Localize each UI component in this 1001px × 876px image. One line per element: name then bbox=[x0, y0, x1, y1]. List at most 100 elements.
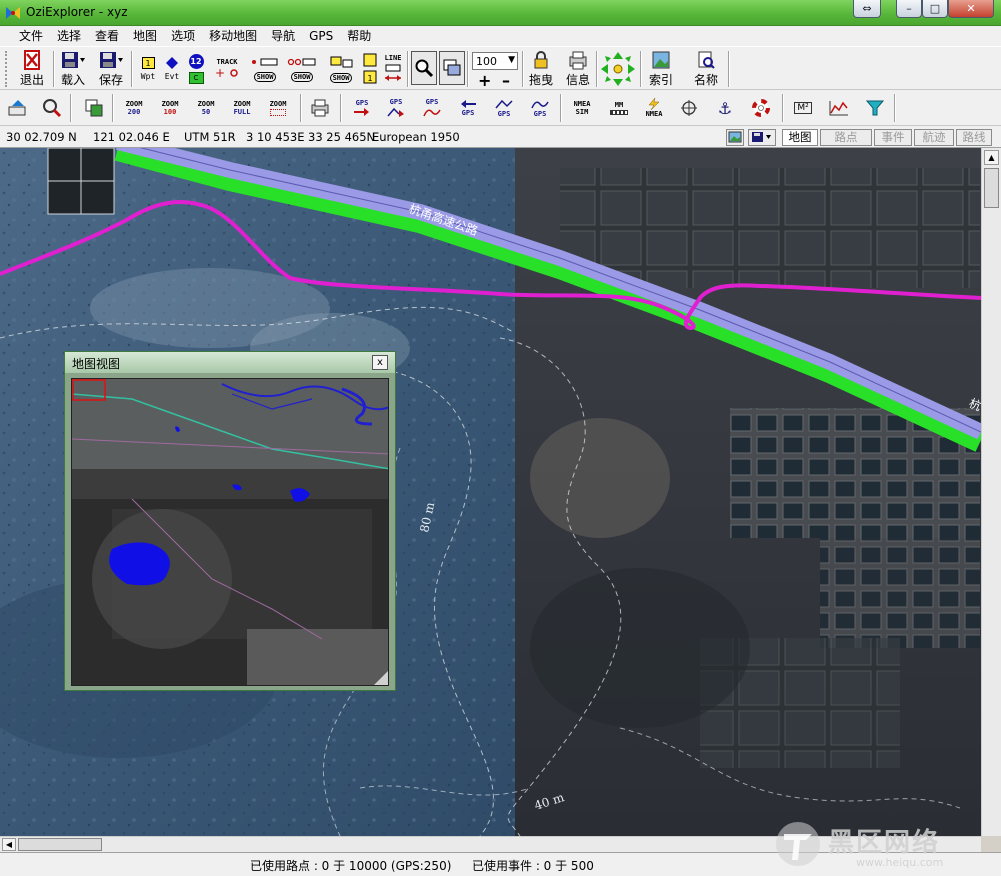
menu-file[interactable]: 文件 bbox=[12, 26, 50, 46]
gps-track-icon bbox=[423, 109, 441, 117]
oziexplorer-app-icon[interactable] bbox=[4, 4, 22, 22]
zoom-magnifier-button[interactable] bbox=[411, 51, 437, 85]
zoom-label: ZOOM bbox=[197, 100, 215, 108]
map-move-button[interactable] bbox=[6, 94, 30, 122]
menu-select[interactable]: 选择 bbox=[50, 26, 88, 46]
menu-moving-map[interactable]: 移动地图 bbox=[202, 26, 264, 46]
vertical-scroll-thumb[interactable] bbox=[984, 168, 999, 208]
line-tool[interactable]: LINE bbox=[381, 51, 405, 87]
zoom-50-button[interactable]: ZOOM 50 bbox=[190, 95, 222, 121]
route-edit-show-tool[interactable]: SHOW bbox=[324, 51, 358, 87]
line-label: LINE bbox=[384, 54, 402, 62]
title-back-button[interactable]: ⇔ bbox=[853, 0, 881, 18]
horizontal-scroll-thumb[interactable] bbox=[18, 838, 102, 851]
route-show-tool[interactable]: SHOW bbox=[285, 51, 319, 87]
gps-label: GPS bbox=[425, 98, 439, 106]
track-show-tool[interactable]: SHOW bbox=[248, 51, 282, 87]
zoom-out-button[interactable]: – bbox=[502, 71, 510, 90]
zoom-select[interactable]: 100 ▼ bbox=[472, 52, 518, 70]
tab-map[interactable]: 地图 bbox=[782, 129, 818, 146]
profile-chart-button[interactable] bbox=[826, 95, 852, 121]
menu-gps[interactable]: GPS bbox=[302, 26, 340, 46]
anchor-button[interactable]: ⚓ bbox=[712, 95, 738, 121]
zoom-in-button[interactable]: + bbox=[478, 71, 491, 90]
funnel-icon bbox=[866, 100, 884, 116]
map-window-button[interactable] bbox=[82, 94, 106, 122]
scroll-left-button[interactable]: ◀ bbox=[2, 838, 16, 851]
minimize-button[interactable]: – bbox=[896, 0, 922, 18]
print-button[interactable] bbox=[306, 94, 334, 122]
load-button[interactable]: 载入 bbox=[56, 50, 90, 88]
area-measure-button[interactable]: M² bbox=[790, 95, 816, 121]
northing-readout: 33 25 465N bbox=[308, 130, 376, 144]
mark-tool[interactable]: 1 bbox=[360, 51, 380, 87]
moving-map-bar-icon bbox=[610, 110, 628, 115]
tab-waypoints[interactable]: 路点 bbox=[820, 129, 872, 146]
zoom-box-button[interactable]: ZOOM bbox=[262, 95, 294, 121]
menu-options[interactable]: 选项 bbox=[164, 26, 202, 46]
show-label: SHOW bbox=[253, 72, 277, 82]
gps-waypoint-get-button[interactable]: GPS bbox=[348, 95, 376, 121]
toolbar-separator bbox=[894, 94, 896, 122]
heiqu-logo-icon bbox=[776, 822, 820, 866]
info-button[interactable]: 信息 bbox=[562, 50, 594, 88]
tab-tracks[interactable]: 航迹 bbox=[914, 129, 954, 146]
gps-route-get-button[interactable]: GPS bbox=[382, 95, 410, 121]
track-tool[interactable]: TRACK + bbox=[210, 51, 244, 87]
zoom-100-button[interactable]: ZOOM 100 bbox=[154, 95, 186, 121]
drag-label: 拖曳 bbox=[528, 73, 553, 87]
window-title: OziExplorer - xyz bbox=[26, 5, 128, 19]
gps-waypoint-send-button[interactable]: GPS bbox=[454, 95, 482, 121]
zoom-box-icon bbox=[270, 109, 286, 116]
overview-map[interactable] bbox=[71, 378, 389, 686]
map-tool-button[interactable] bbox=[40, 94, 64, 122]
track-add-remove-icon: + bbox=[215, 66, 238, 80]
menu-view[interactable]: 查看 bbox=[88, 26, 126, 46]
save-button[interactable]: 保存 bbox=[94, 50, 128, 88]
tab-routes[interactable]: 路线 bbox=[956, 129, 992, 146]
zoom-label: ZOOM bbox=[233, 100, 251, 108]
maximize-button[interactable]: □ bbox=[922, 0, 948, 18]
gps-route-icon bbox=[387, 107, 404, 117]
nmea-sim-button[interactable]: NMEA SIM bbox=[566, 95, 598, 121]
zoom-full-button[interactable]: ZOOM FULL bbox=[226, 95, 258, 121]
overview-map-button[interactable] bbox=[439, 51, 465, 85]
gps-track-send-icon bbox=[531, 101, 549, 109]
overview-title-bar[interactable]: 地图视图 x bbox=[65, 352, 395, 373]
zoom-value-label: FULL bbox=[233, 108, 251, 116]
map-image-button[interactable] bbox=[726, 129, 744, 146]
index-button[interactable]: 索引 bbox=[645, 50, 677, 88]
zoom-value-label: 50 bbox=[201, 108, 211, 116]
menu-help[interactable]: 帮助 bbox=[340, 26, 378, 46]
tab-events[interactable]: 事件 bbox=[874, 129, 912, 146]
overview-map-window[interactable]: 地图视图 x bbox=[64, 351, 396, 691]
position-target-button[interactable] bbox=[676, 95, 702, 121]
event-number-tool[interactable]: 12 C bbox=[186, 51, 206, 87]
overview-close-button[interactable]: x bbox=[372, 355, 388, 370]
close-button[interactable]: ✕ bbox=[948, 0, 994, 18]
drag-button[interactable]: 拖曳 bbox=[526, 50, 556, 88]
pan-arrows-button[interactable] bbox=[600, 51, 636, 87]
save-map-button[interactable] bbox=[748, 129, 776, 146]
moving-map-button[interactable]: MM bbox=[604, 95, 634, 121]
load-disk-icon bbox=[62, 52, 85, 68]
gps-track-send-button[interactable]: GPS bbox=[526, 95, 554, 121]
menu-navigate[interactable]: 导航 bbox=[264, 26, 302, 46]
toolbar-separator bbox=[407, 51, 409, 87]
nmea-button[interactable]: NMEA bbox=[640, 95, 668, 121]
event-tool[interactable]: Evt bbox=[162, 52, 182, 86]
vertical-scrollbar[interactable]: ▲ bbox=[981, 148, 1001, 836]
gps-route-send-button[interactable]: GPS bbox=[490, 95, 518, 121]
scroll-up-button[interactable]: ▲ bbox=[984, 150, 999, 165]
proximity-button[interactable] bbox=[862, 95, 888, 121]
toolbar-separator bbox=[70, 94, 72, 122]
name-search-button[interactable]: 名称 bbox=[688, 50, 724, 88]
toolbar-grip[interactable] bbox=[5, 51, 7, 87]
toolbar-separator bbox=[596, 51, 598, 87]
menu-map[interactable]: 地图 bbox=[126, 26, 164, 46]
waypoint-tool[interactable]: 1 Wpt bbox=[138, 52, 158, 86]
gps-track-get-button[interactable]: GPS bbox=[418, 95, 446, 121]
alarm-button[interactable] bbox=[748, 95, 774, 121]
exit-button[interactable]: 退出 bbox=[14, 50, 50, 88]
zoom-200-button[interactable]: ZOOM 200 bbox=[118, 95, 150, 121]
